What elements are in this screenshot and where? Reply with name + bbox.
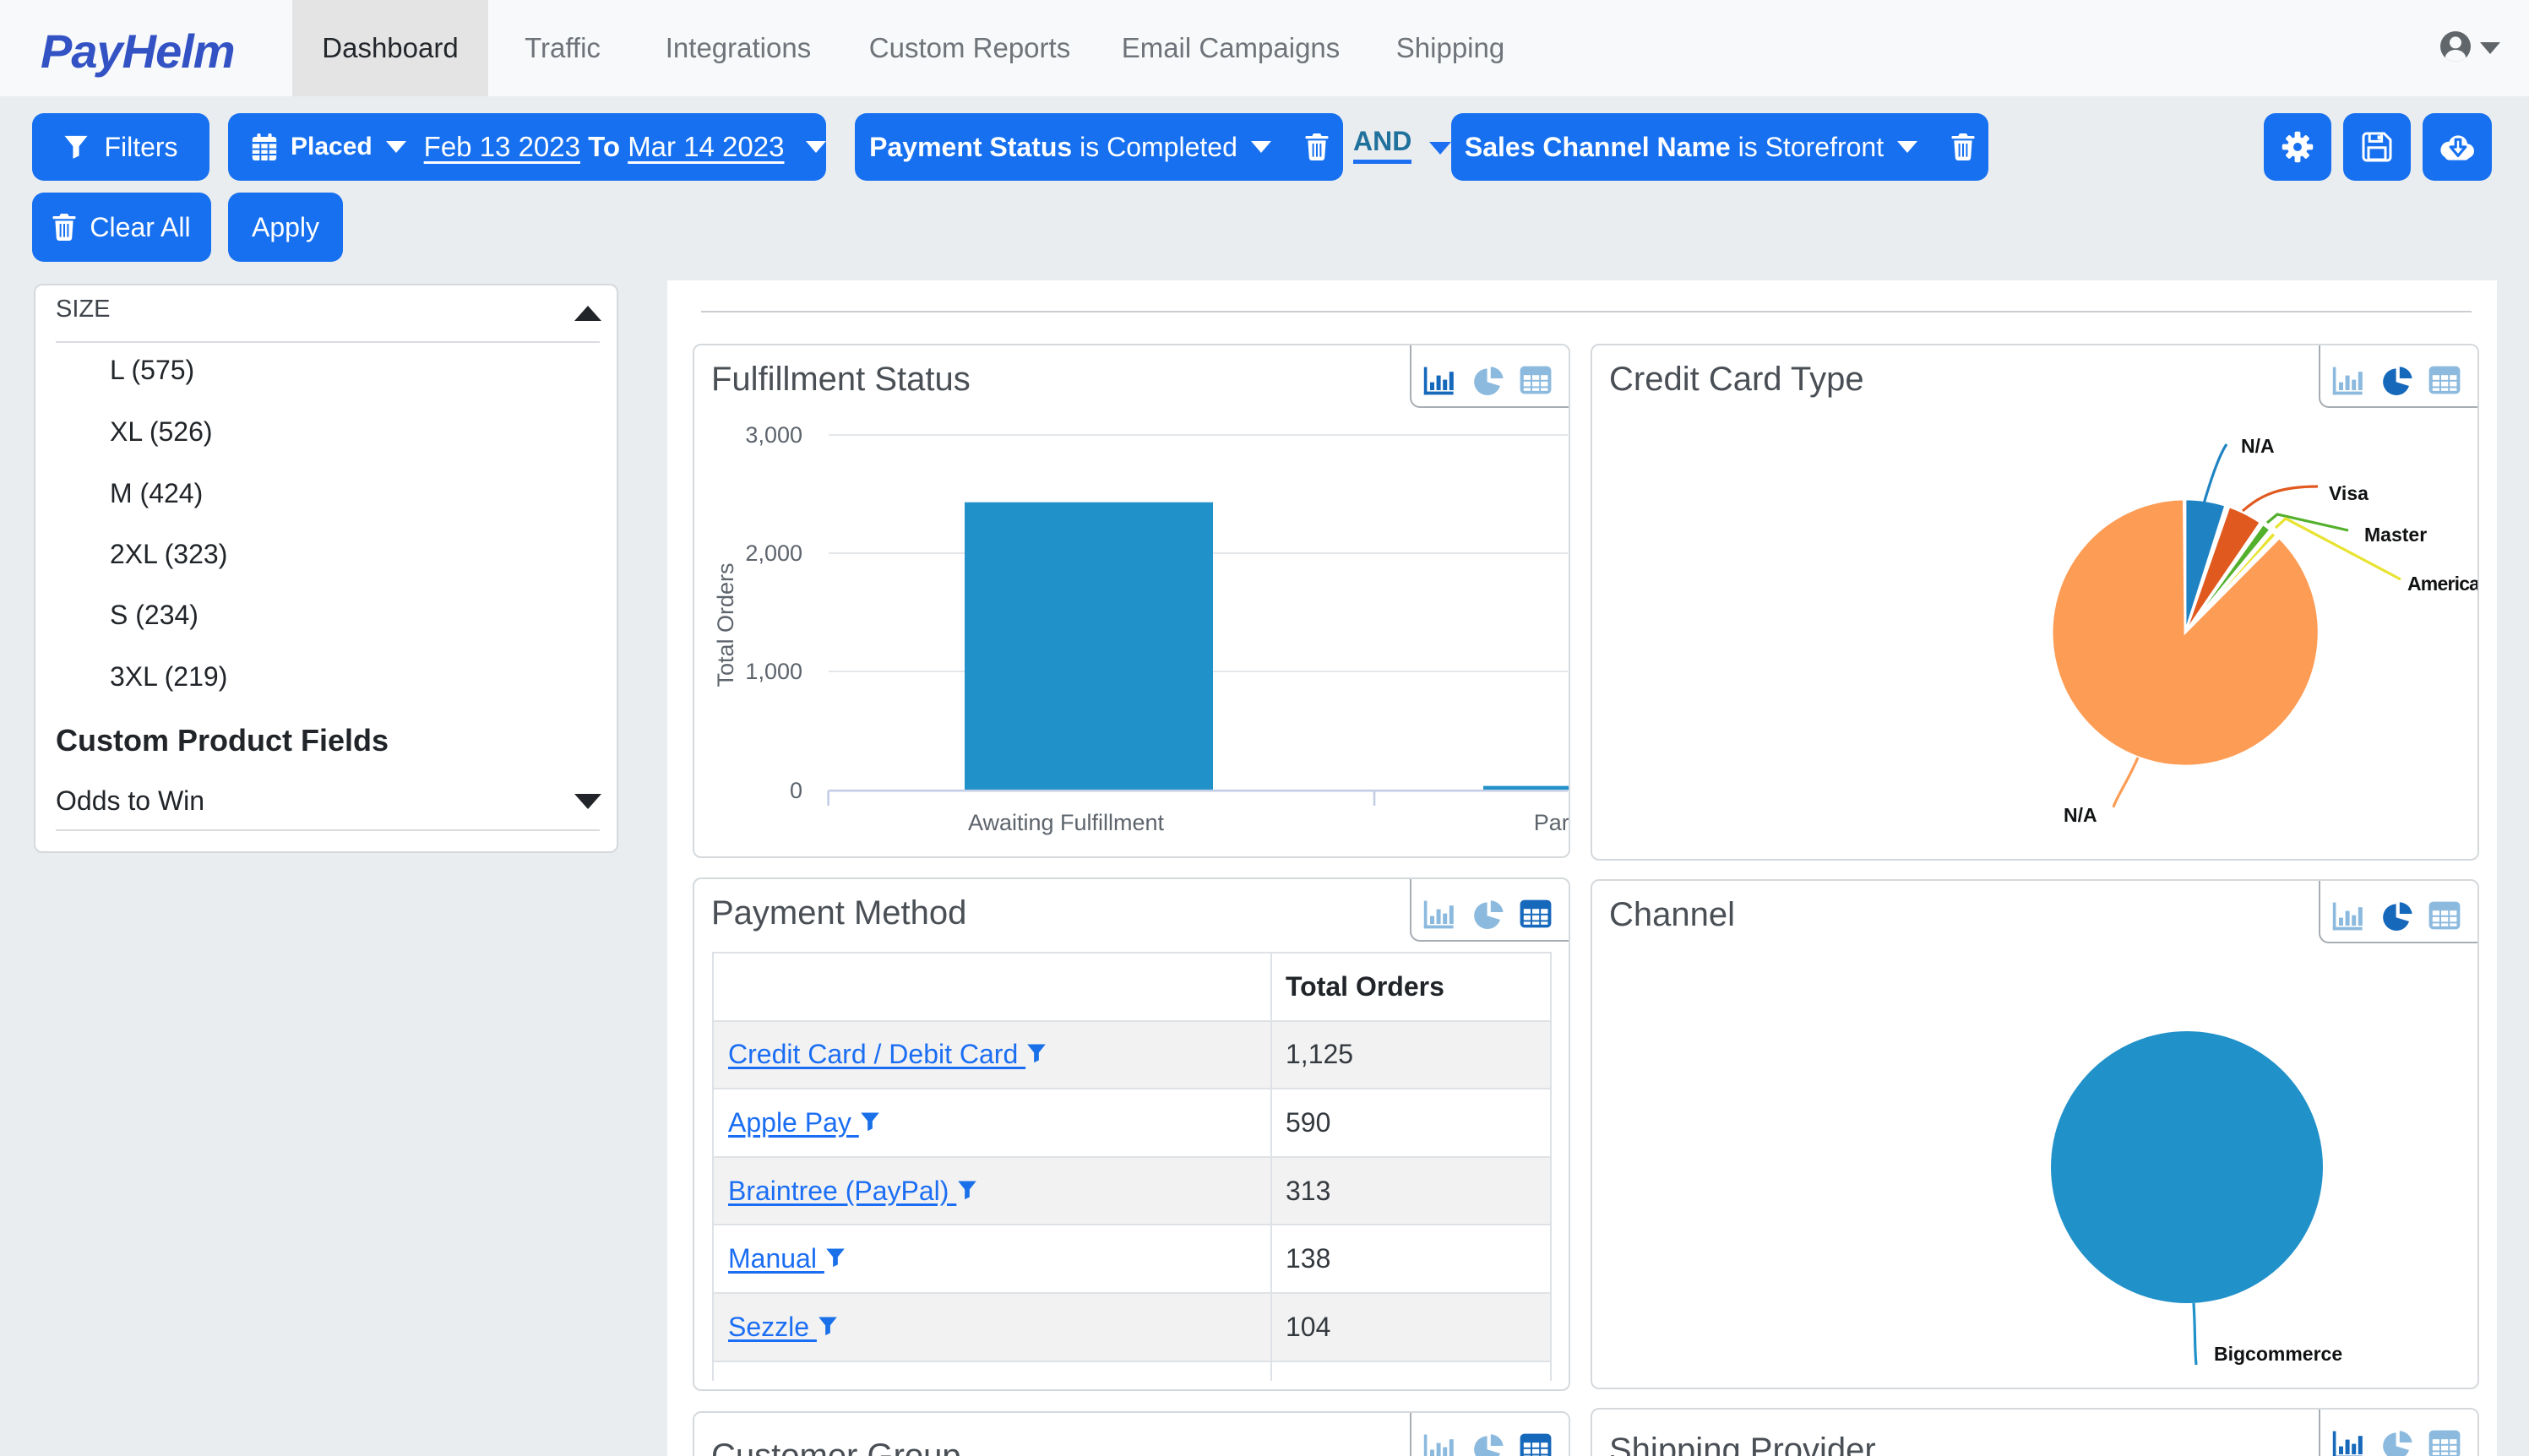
svg-text:2,000: 2,000 — [745, 541, 802, 566]
svg-text:Awaiting Fulfillment: Awaiting Fulfillment — [968, 810, 1165, 835]
svg-text:Total Orders: Total Orders — [713, 562, 738, 687]
svg-text:Partially Fulfilled: Partially Fulfilled — [1534, 810, 1570, 835]
svg-text:1,000: 1,000 — [745, 659, 802, 684]
svg-text:0: 0 — [790, 778, 802, 803]
svg-text:3,000: 3,000 — [745, 422, 802, 448]
